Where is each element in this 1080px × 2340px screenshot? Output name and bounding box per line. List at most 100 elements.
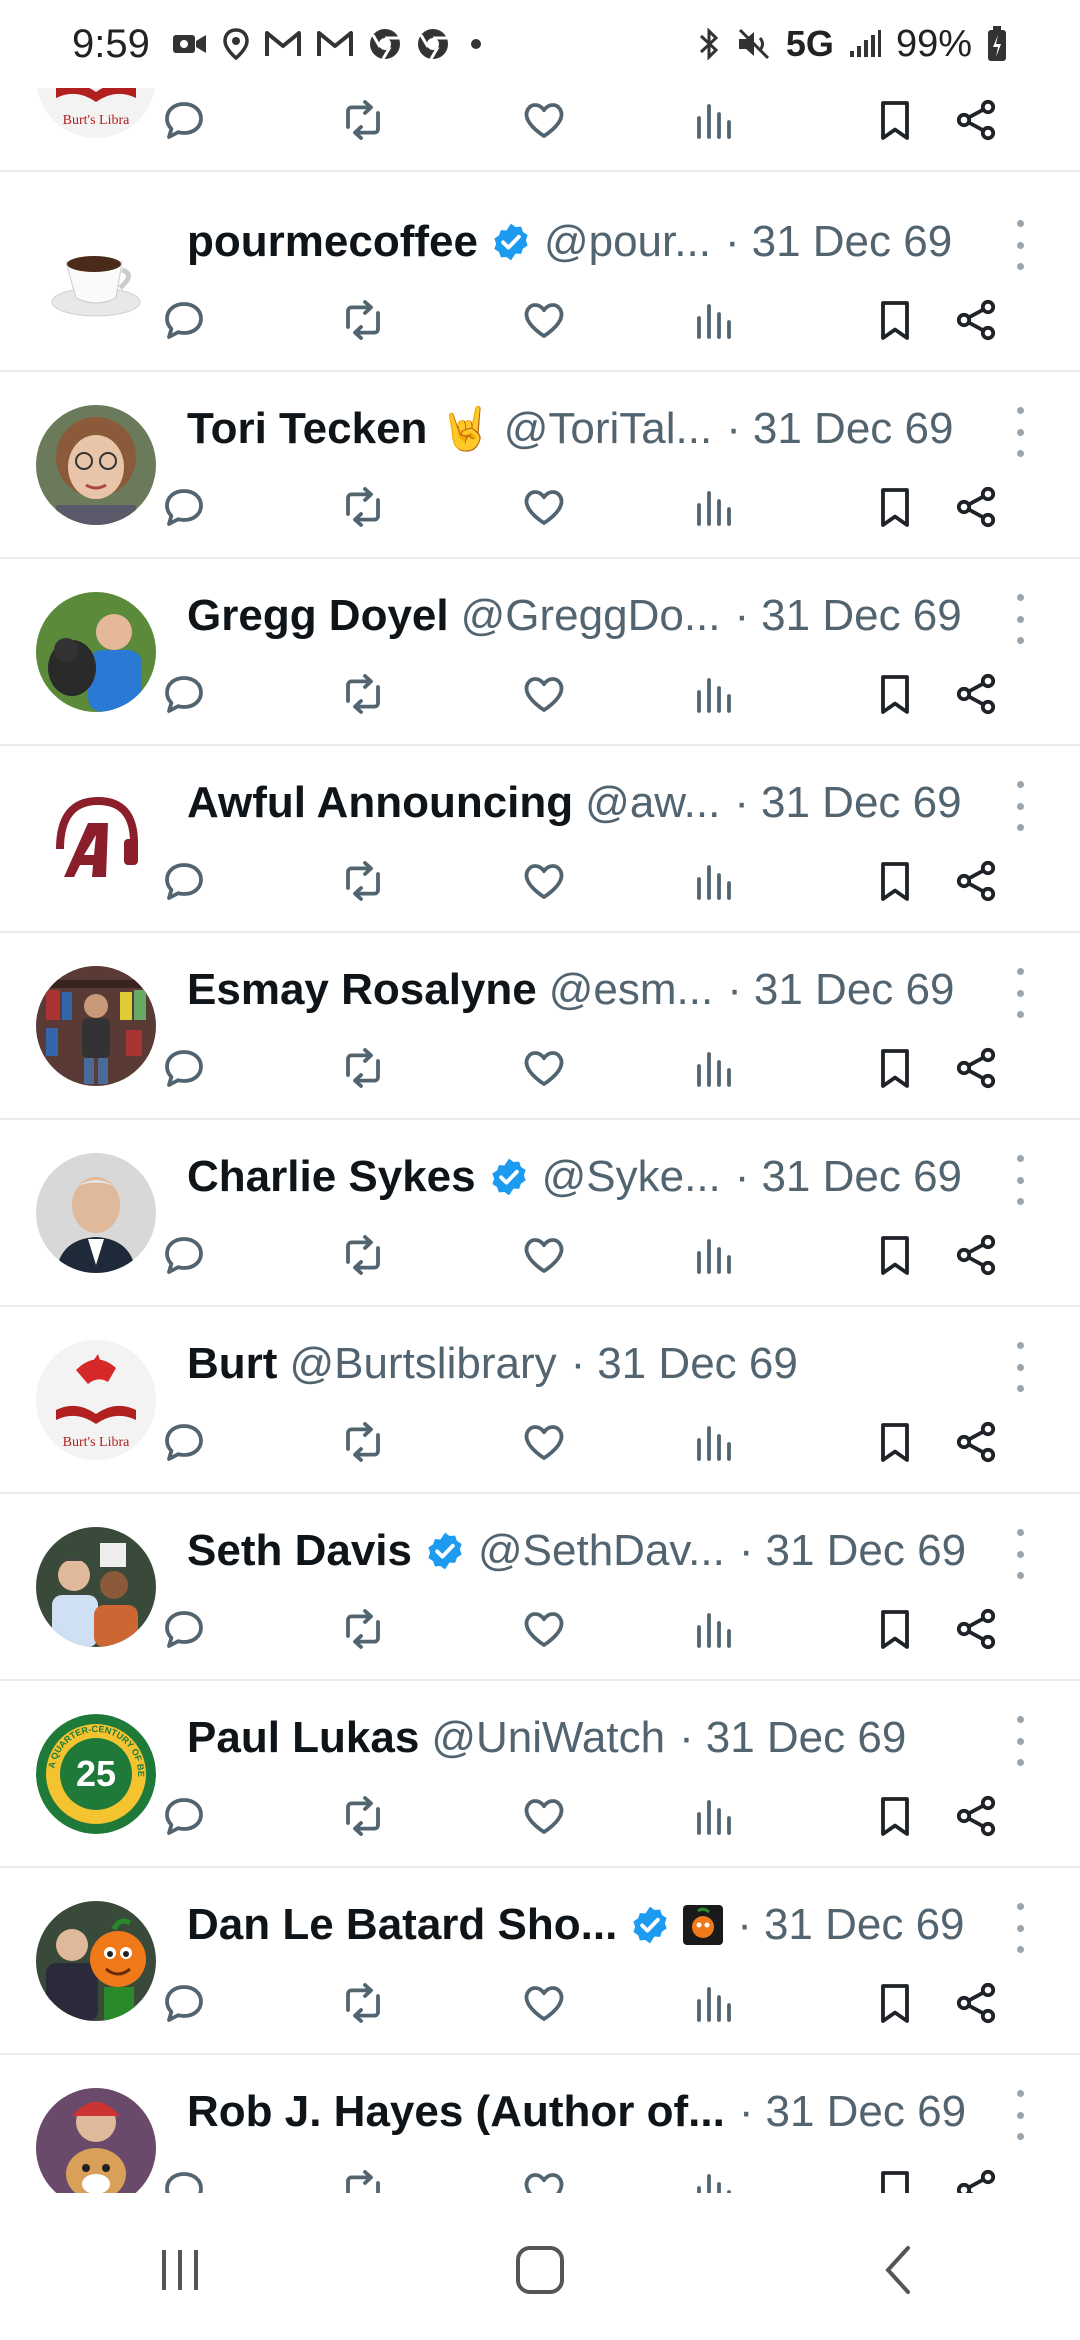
more-options-icon[interactable] — [1012, 968, 1028, 1018]
retweet-icon[interactable] — [337, 1603, 389, 1655]
views-icon[interactable] — [688, 1416, 740, 1468]
reply-icon[interactable] — [158, 668, 210, 720]
home-icon[interactable] — [480, 2220, 600, 2320]
reply-icon[interactable] — [158, 1042, 210, 1094]
tweet-row[interactable]: Burt's Libra Burt @Burtslibrary · 31 Dec 69 — [0, 1308, 1080, 1494]
author-handle[interactable]: @UniWatch — [431, 1713, 665, 1763]
reply-icon[interactable] — [158, 2164, 210, 2193]
more-options-icon[interactable] — [1012, 1529, 1028, 1579]
more-options-icon[interactable] — [1012, 407, 1028, 457]
reply-icon[interactable] — [158, 1977, 210, 2029]
views-icon[interactable] — [688, 1042, 740, 1094]
share-icon[interactable] — [950, 481, 1002, 533]
author-handle[interactable]: @Burtslibrary — [289, 1339, 556, 1389]
retweet-icon[interactable] — [337, 94, 389, 146]
more-options-icon[interactable] — [1012, 1716, 1028, 1766]
author-name[interactable]: pourmecoffee — [187, 217, 478, 267]
tweet-date[interactable]: 31 Dec 69 — [752, 217, 953, 267]
tweet-row[interactable]: Tori Tecken 🤘 @ToriTal... · 31 Dec 69 — [0, 373, 1080, 559]
retweet-icon[interactable] — [337, 481, 389, 533]
like-icon[interactable] — [518, 668, 570, 720]
reply-icon[interactable] — [158, 481, 210, 533]
bookmark-icon[interactable] — [869, 855, 921, 907]
recents-icon[interactable] — [120, 2220, 240, 2320]
tweet-row[interactable]: Burt's Libra — [0, 88, 1080, 172]
more-options-icon[interactable] — [1012, 1903, 1028, 1953]
tweet-date[interactable]: 31 Dec 69 — [761, 591, 962, 641]
author-handle[interactable]: @GreggDo... — [461, 591, 721, 641]
views-icon[interactable] — [688, 2164, 740, 2193]
like-icon[interactable] — [518, 294, 570, 346]
tweet-row[interactable]: Rob J. Hayes (Author of... · 31 Dec 69 — [0, 2056, 1080, 2193]
bookmark-icon[interactable] — [869, 481, 921, 533]
retweet-icon[interactable] — [337, 294, 389, 346]
author-name[interactable]: Dan Le Batard Sho... — [187, 1900, 617, 1950]
more-options-icon[interactable] — [1012, 2090, 1028, 2140]
views-icon[interactable] — [688, 94, 740, 146]
tweet-date[interactable]: 31 Dec 69 — [753, 404, 954, 454]
views-icon[interactable] — [688, 1229, 740, 1281]
share-icon[interactable] — [950, 855, 1002, 907]
tweet-row[interactable]: Charlie Sykes @Syke... · 31 Dec 69 — [0, 1121, 1080, 1307]
reply-icon[interactable] — [158, 1229, 210, 1281]
share-icon[interactable] — [950, 668, 1002, 720]
retweet-icon[interactable] — [337, 1790, 389, 1842]
tweet-row[interactable]: pourmecoffee @pour... · 31 Dec 69 — [0, 186, 1080, 372]
author-name[interactable]: Paul Lukas — [187, 1713, 419, 1763]
bookmark-icon[interactable] — [869, 2164, 921, 2193]
tweet-row[interactable]: Esmay Rosalyne @esm... · 31 Dec 69 — [0, 934, 1080, 1120]
tweet-date[interactable]: 31 Dec 69 — [764, 1900, 965, 1950]
author-handle[interactable]: @pour... — [544, 217, 711, 267]
more-options-icon[interactable] — [1012, 1155, 1028, 1205]
like-icon[interactable] — [518, 1416, 570, 1468]
share-icon[interactable] — [950, 294, 1002, 346]
views-icon[interactable] — [688, 668, 740, 720]
author-name[interactable]: Burt — [187, 1339, 277, 1389]
tweet-row[interactable]: Seth Davis @SethDav... · 31 Dec 69 — [0, 1495, 1080, 1681]
author-handle[interactable]: @esm... — [549, 965, 713, 1015]
author-name[interactable]: Awful Announcing — [187, 778, 573, 828]
views-icon[interactable] — [688, 481, 740, 533]
share-icon[interactable] — [950, 94, 1002, 146]
like-icon[interactable] — [518, 94, 570, 146]
like-icon[interactable] — [518, 481, 570, 533]
retweet-icon[interactable] — [337, 855, 389, 907]
tweet-date[interactable]: 31 Dec 69 — [706, 1713, 907, 1763]
reply-icon[interactable] — [158, 94, 210, 146]
retweet-icon[interactable] — [337, 1229, 389, 1281]
views-icon[interactable] — [688, 855, 740, 907]
reply-icon[interactable] — [158, 1790, 210, 1842]
share-icon[interactable] — [950, 1603, 1002, 1655]
like-icon[interactable] — [518, 1790, 570, 1842]
like-icon[interactable] — [518, 2164, 570, 2193]
share-icon[interactable] — [950, 1229, 1002, 1281]
bookmark-icon[interactable] — [869, 1790, 921, 1842]
reply-icon[interactable] — [158, 1603, 210, 1655]
share-icon[interactable] — [950, 1977, 1002, 2029]
tweet-date[interactable]: 31 Dec 69 — [765, 2087, 966, 2137]
like-icon[interactable] — [518, 1977, 570, 2029]
more-options-icon[interactable] — [1012, 1342, 1028, 1392]
bookmark-icon[interactable] — [869, 1603, 921, 1655]
tweet-date[interactable]: 31 Dec 69 — [765, 1526, 966, 1576]
tweet-row[interactable]: Awful Announcing @aw... · 31 Dec 69 — [0, 747, 1080, 933]
author-handle[interactable]: @aw... — [585, 778, 720, 828]
author-handle[interactable]: @ToriTal... — [504, 404, 712, 454]
share-icon[interactable] — [950, 1042, 1002, 1094]
more-options-icon[interactable] — [1012, 594, 1028, 644]
author-name[interactable]: Esmay Rosalyne — [187, 965, 537, 1015]
bookmark-icon[interactable] — [869, 1229, 921, 1281]
bookmark-icon[interactable] — [869, 1977, 921, 2029]
like-icon[interactable] — [518, 855, 570, 907]
share-icon[interactable] — [950, 1416, 1002, 1468]
reply-icon[interactable] — [158, 294, 210, 346]
timeline-feed[interactable]: Burt's Libra pourmecoffee @pour... · 31 Dec … — [0, 88, 1080, 2193]
views-icon[interactable] — [688, 1977, 740, 2029]
retweet-icon[interactable] — [337, 1416, 389, 1468]
views-icon[interactable] — [688, 294, 740, 346]
bookmark-icon[interactable] — [869, 1042, 921, 1094]
author-name[interactable]: Seth Davis — [187, 1526, 412, 1576]
more-options-icon[interactable] — [1012, 781, 1028, 831]
bookmark-icon[interactable] — [869, 94, 921, 146]
bookmark-icon[interactable] — [869, 294, 921, 346]
